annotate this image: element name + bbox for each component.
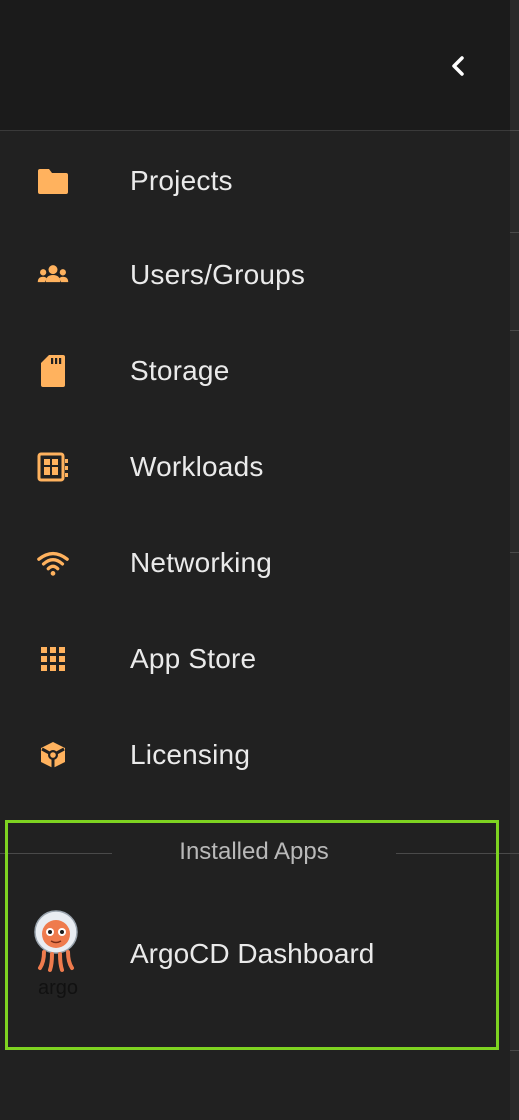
sidebar-item-label: Licensing [130, 739, 251, 770]
workloads-icon [36, 450, 70, 484]
folder-icon [36, 164, 70, 198]
sidebar-item-projects[interactable]: Projects [0, 136, 510, 226]
sidebar-item-label: Users/Groups [130, 259, 306, 290]
sidebar-item-label: Projects [130, 165, 233, 196]
sidebar-item-workloads[interactable]: Workloads [0, 422, 510, 512]
chevron-left-icon [452, 56, 464, 76]
sidebar-item-storage[interactable]: Storage [0, 326, 510, 416]
sd-card-icon [36, 354, 70, 388]
content-edge [510, 0, 519, 1120]
sidebar: Projects Users/Groups Storage Workloads … [0, 0, 510, 1120]
license-icon [36, 738, 70, 772]
sidebar-header [0, 0, 510, 131]
sidebar-item-label: Storage [130, 355, 230, 386]
sidebar-item-label: Networking [130, 547, 273, 578]
users-icon [36, 258, 70, 292]
sidebar-item-networking[interactable]: Networking [0, 518, 510, 608]
collapse-sidebar-button[interactable] [440, 46, 476, 86]
sidebar-item-label: App Store [130, 643, 257, 674]
wifi-icon [36, 546, 70, 580]
sidebar-item-label: Workloads [130, 451, 264, 482]
sidebar-item-licensing[interactable]: Licensing [0, 710, 510, 800]
sidebar-item-users-groups[interactable]: Users/Groups [0, 230, 510, 320]
grid-icon [36, 642, 70, 676]
installed-apps-highlight-box [5, 820, 499, 1050]
sidebar-item-app-store[interactable]: App Store [0, 614, 510, 704]
